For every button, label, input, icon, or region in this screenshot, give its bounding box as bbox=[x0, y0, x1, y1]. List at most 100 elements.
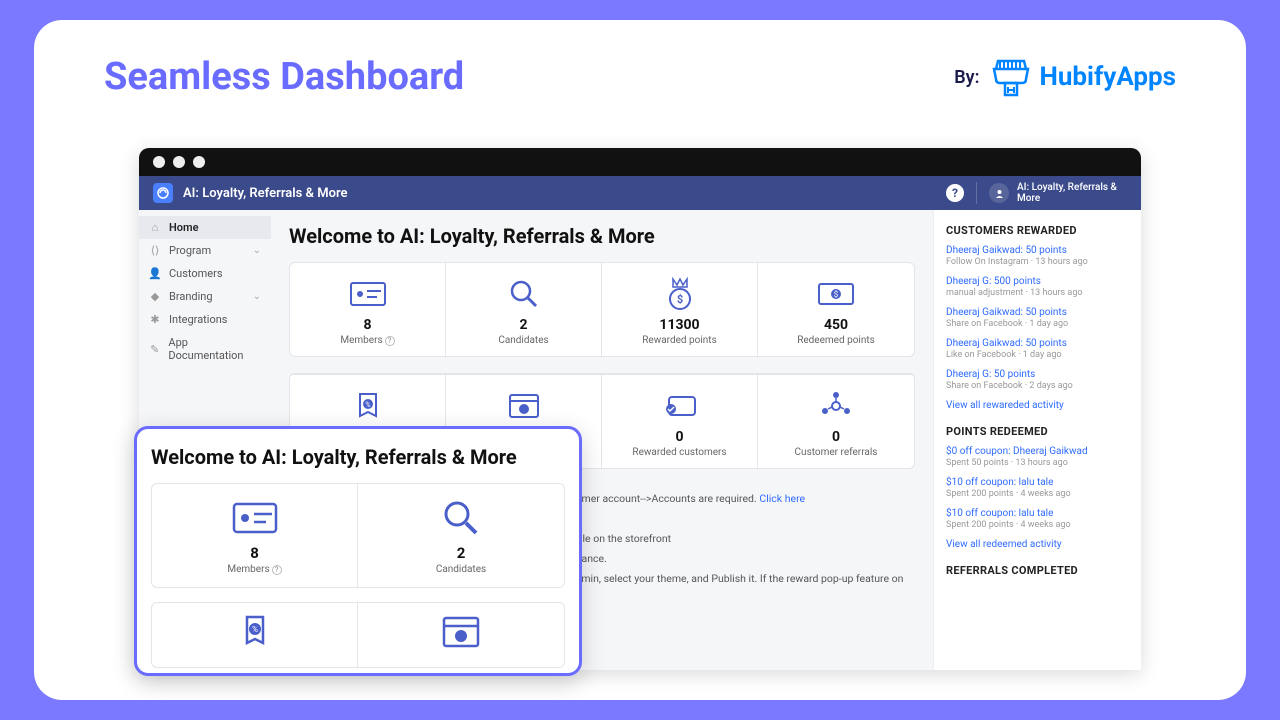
sidebar-item-customers[interactable]: 👤 Customers bbox=[139, 262, 271, 285]
stat-label: Members? bbox=[340, 335, 394, 346]
svg-text:%: % bbox=[252, 625, 258, 634]
tag-percent-icon: % bbox=[239, 615, 271, 649]
user-label: AI: Loyalty, Referrals & More bbox=[1017, 182, 1127, 204]
reward-activity-item[interactable]: Dheeraj G: 50 points Share on Facebook ·… bbox=[946, 369, 1129, 391]
page-headline: Seamless Dashboard bbox=[104, 55, 464, 99]
stat-label: Rewarded customers bbox=[632, 447, 726, 458]
stat-value: 2 bbox=[457, 544, 466, 562]
right-panel: CUSTOMERS REWARDED Dheeraj Gaikwad: 50 p… bbox=[933, 210, 1141, 670]
svg-text:$: $ bbox=[834, 290, 839, 299]
svg-text:%: % bbox=[365, 401, 370, 409]
brand-name: HubifyApps bbox=[1040, 62, 1176, 92]
stat-customer-referrals: 0 Customer referrals bbox=[758, 374, 914, 468]
tag-percent-icon: % bbox=[354, 389, 382, 423]
redeemed-activity-item[interactable]: $10 off coupon: lalu tale Spent 200 poin… bbox=[946, 508, 1129, 530]
stat-label: Rewarded points bbox=[642, 335, 716, 346]
stat-value: 11300 bbox=[659, 317, 699, 333]
user-icon: 👤 bbox=[149, 268, 161, 280]
stat-rewarded-customers: 0 Rewarded customers bbox=[602, 374, 758, 468]
doc-icon: ✎ bbox=[149, 343, 160, 355]
help-button[interactable]: ? bbox=[946, 184, 964, 202]
view-all-rewarded-link[interactable]: View all rewareded activity bbox=[946, 400, 1129, 411]
stat-label: Redeemed points bbox=[797, 335, 875, 346]
stat-value: 450 bbox=[824, 317, 848, 333]
help-icon[interactable]: ? bbox=[385, 336, 395, 346]
stat-candidates: 2 Candidates bbox=[446, 263, 602, 356]
stat-redeemed-points: $ 450 Redeemed points bbox=[758, 263, 914, 356]
chevron-down-icon: ⌄ bbox=[253, 291, 261, 302]
app-topbar: AI: Loyalty, Referrals & More ? AI: Loya… bbox=[139, 176, 1141, 210]
window-percent-icon bbox=[508, 389, 540, 423]
brand-logo-icon bbox=[990, 57, 1032, 97]
svg-text:$: $ bbox=[676, 293, 682, 306]
by-label: By: bbox=[954, 67, 979, 88]
reward-activity-item[interactable]: Dheeraj Gaikwad: 50 points Follow On Ins… bbox=[946, 245, 1129, 267]
sidebar-item-label: App Documentation bbox=[168, 336, 261, 362]
members-icon bbox=[232, 498, 278, 538]
sidebar-item-label: Integrations bbox=[169, 313, 227, 326]
stat-value: 2 bbox=[519, 317, 527, 333]
sidebar-item-label: Branding bbox=[169, 290, 213, 303]
window-titlebar bbox=[139, 148, 1141, 176]
view-all-redeemed-link[interactable]: View all redeemed activity bbox=[946, 539, 1129, 550]
user-icon bbox=[989, 183, 1009, 203]
search-icon bbox=[508, 277, 540, 311]
customers-rewarded-heading: CUSTOMERS REWARDED bbox=[946, 224, 1129, 237]
wallet-check-icon bbox=[663, 389, 697, 423]
reward-activity-item[interactable]: Dheeraj G: 500 points manual adjustment … bbox=[946, 276, 1129, 298]
sidebar-item-home[interactable]: ⌂ Home bbox=[139, 216, 271, 239]
stat-label: Members? bbox=[227, 564, 281, 575]
welcome-heading: Welcome to AI: Loyalty, Referrals & More bbox=[289, 224, 915, 248]
brand-block: By: HubifyApps bbox=[954, 57, 1176, 97]
zoom-stat-cell bbox=[358, 603, 564, 667]
sidebar-item-branding[interactable]: ◆ Branding ⌄ bbox=[139, 285, 271, 308]
sidebar-item-program[interactable]: ⟨⟩ Program ⌄ bbox=[139, 239, 271, 262]
window-percent-icon bbox=[442, 615, 480, 649]
stat-members: 8 Members? bbox=[290, 263, 446, 356]
stat-label: Customer referrals bbox=[795, 447, 878, 458]
window-close-icon[interactable] bbox=[153, 156, 165, 168]
sidebar-item-label: Program bbox=[169, 244, 211, 257]
sidebar-item-label: Customers bbox=[169, 267, 223, 280]
help-icon[interactable]: ? bbox=[272, 565, 282, 575]
sidebar-item-label: Home bbox=[169, 221, 199, 234]
home-icon: ⌂ bbox=[149, 222, 161, 234]
tag-icon: ◆ bbox=[149, 291, 161, 303]
app-title: AI: Loyalty, Referrals & More bbox=[183, 186, 348, 201]
redeemed-activity-item[interactable]: $10 off coupon: lalu tale Spent 200 poin… bbox=[946, 477, 1129, 499]
stat-label: Candidates bbox=[436, 564, 486, 575]
zoom-heading: Welcome to AI: Loyalty, Referrals & More bbox=[151, 445, 565, 469]
app-logo-icon bbox=[153, 183, 173, 203]
stat-value: 0 bbox=[675, 429, 683, 445]
chevron-down-icon: ⌄ bbox=[253, 245, 261, 256]
zoom-stat-cell: % bbox=[152, 603, 358, 667]
sidebar-item-integrations[interactable]: ✱ Integrations bbox=[139, 308, 271, 331]
zoom-callout: Welcome to AI: Loyalty, Referrals & More… bbox=[134, 426, 582, 676]
reward-activity-item[interactable]: Dheeraj Gaikwad: 50 points Share on Face… bbox=[946, 307, 1129, 329]
members-icon bbox=[349, 277, 387, 311]
stat-label: Candidates bbox=[498, 335, 548, 346]
points-redeemed-heading: POINTS REDEEMED bbox=[946, 425, 1129, 438]
user-menu[interactable]: AI: Loyalty, Referrals & More bbox=[976, 182, 1127, 204]
stat-value: 0 bbox=[832, 429, 840, 445]
zoom-stat-members: 8 Members? bbox=[152, 484, 358, 587]
window-maximize-icon[interactable] bbox=[193, 156, 205, 168]
reward-activity-item[interactable]: Dheeraj Gaikwad: 50 points Like on Faceb… bbox=[946, 338, 1129, 360]
search-icon bbox=[441, 498, 481, 538]
stat-value: 8 bbox=[363, 317, 371, 333]
crown-coin-icon: $ bbox=[665, 277, 695, 311]
referrals-completed-heading: REFERRALS COMPLETED bbox=[946, 564, 1129, 577]
plug-icon: ✱ bbox=[149, 314, 161, 326]
cash-icon: $ bbox=[817, 277, 855, 311]
zoom-stats-row-1: 8 Members? 2 Candidates bbox=[151, 483, 565, 588]
sidebar-item-docs[interactable]: ✎ App Documentation bbox=[139, 331, 271, 367]
network-icon bbox=[819, 389, 853, 423]
click-here-link[interactable]: Click here bbox=[759, 492, 805, 505]
window-minimize-icon[interactable] bbox=[173, 156, 185, 168]
stat-rewarded-points: $ 11300 Rewarded points bbox=[602, 263, 758, 356]
stat-value: 8 bbox=[250, 544, 259, 562]
zoom-stats-row-2: % bbox=[151, 602, 565, 668]
redeemed-activity-item[interactable]: $0 off coupon: Dheeraj Gaikwad Spent 50 … bbox=[946, 446, 1129, 468]
code-icon: ⟨⟩ bbox=[149, 245, 161, 257]
zoom-stat-candidates: 2 Candidates bbox=[358, 484, 564, 587]
